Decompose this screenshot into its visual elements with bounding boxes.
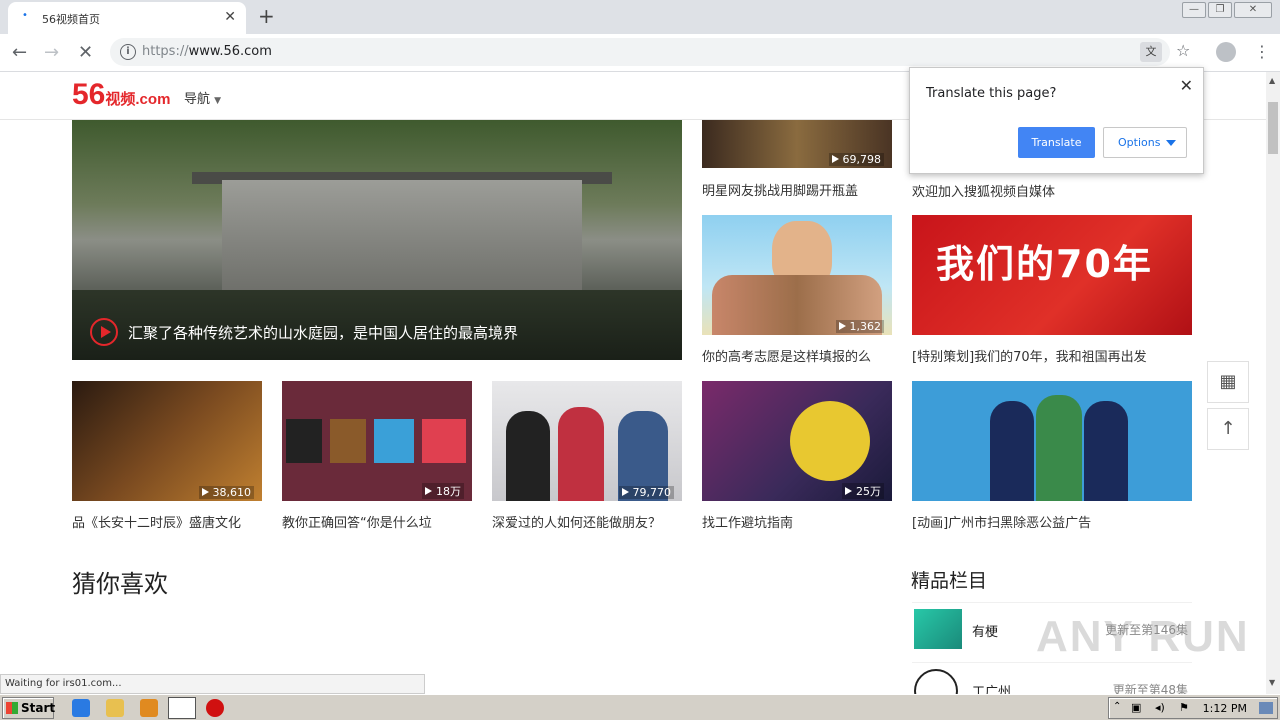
video-title[interactable]: [动画]广州市扫黑除恶公益广告 xyxy=(912,512,1192,531)
play-count-icon xyxy=(425,487,432,495)
profile-avatar[interactable] xyxy=(1216,42,1236,62)
video-thumbnail[interactable]: 1,362 xyxy=(702,215,892,335)
video-title[interactable]: 明星网友挑战用脚踢开瓶盖 xyxy=(702,180,892,199)
site-info-icon[interactable]: i xyxy=(120,44,136,60)
loading-icon: • xyxy=(22,10,28,21)
close-popup-icon[interactable]: ✕ xyxy=(1180,76,1193,95)
restore-button[interactable]: ❐ xyxy=(1208,2,1232,18)
video-title[interactable]: 品《长安十二时辰》盛唐文化 xyxy=(72,512,262,531)
hero-video[interactable]: 汇聚了各种传统艺术的山水庭园，是中国人居住的最高境界 xyxy=(72,120,682,360)
watermark-logo: ANY RUN xyxy=(1036,612,1250,661)
translate-button[interactable]: Translate xyxy=(1018,127,1095,158)
flag-icon[interactable]: ⚑ xyxy=(1179,701,1189,714)
recommend-title: 猜你喜欢 xyxy=(72,570,168,598)
play-icon[interactable] xyxy=(90,318,118,346)
warning-app-icon[interactable] xyxy=(206,699,224,717)
options-button[interactable]: Options xyxy=(1103,127,1187,158)
video-thumbnail[interactable]: 38,610 xyxy=(72,381,262,501)
video-title[interactable]: 教你正确回答“你是什么垃 xyxy=(282,512,472,531)
program-logo xyxy=(914,609,962,649)
video-thumbnail[interactable] xyxy=(912,381,1192,501)
minimize-button[interactable]: — xyxy=(1182,2,1206,18)
hero-caption[interactable]: 汇聚了各种传统艺术的山水庭园，是中国人居住的最高境界 xyxy=(128,322,518,343)
address-bar[interactable]: i https://www.56.com 文 ☆ xyxy=(110,38,1190,66)
video-title[interactable]: 你的高考志愿是这样填报的么 xyxy=(702,346,892,365)
close-tab-icon[interactable]: ✕ xyxy=(224,9,236,25)
back-button[interactable]: ← xyxy=(12,42,27,63)
stop-loading-button[interactable]: ✕ xyxy=(78,42,93,63)
qr-code-icon[interactable]: ▦ xyxy=(1207,361,1249,403)
caret-down-icon: ▼ xyxy=(214,96,222,106)
page-scrollbar[interactable]: ▲ ▼ xyxy=(1266,72,1280,694)
close-window-button[interactable]: ✕ xyxy=(1234,2,1272,18)
folder-icon[interactable] xyxy=(106,699,124,717)
video-thumbnail[interactable]: 69,798 xyxy=(702,120,892,168)
translate-popup: Translate this page? ✕ Translate Options xyxy=(909,67,1204,174)
tray-arrow-icon[interactable]: ⌃ xyxy=(1113,701,1121,712)
back-to-top-icon[interactable]: ↑ xyxy=(1207,408,1249,450)
translate-icon[interactable]: 文 xyxy=(1140,42,1162,62)
banner-text: 我们的70年 xyxy=(936,242,1153,286)
status-bubble: Waiting for irs01.com... xyxy=(0,674,425,694)
video-title[interactable]: [特别策划]我们的70年，我和祖国再出发 xyxy=(912,346,1192,365)
nav-menu[interactable]: 导航 ▼ xyxy=(184,88,221,107)
tab-title: 56视频首页 xyxy=(42,13,100,26)
chrome-taskbar-button[interactable] xyxy=(168,697,196,719)
program-item[interactable]: 工广州 更新至第48集 xyxy=(912,662,1192,713)
bookmark-star-icon[interactable]: ☆ xyxy=(1176,41,1190,60)
show-desktop-icon[interactable] xyxy=(1259,702,1273,714)
play-count-icon xyxy=(831,155,839,163)
video-thumbnail[interactable]: 我们的70年 xyxy=(912,215,1192,335)
network-icon[interactable]: ▣ xyxy=(1131,701,1141,714)
play-count-icon xyxy=(201,488,209,496)
site-logo[interactable]: 56视频.com xyxy=(72,80,170,115)
scrollbar-thumb[interactable] xyxy=(1268,102,1278,154)
system-tray: ⌃ ▣ ◂) ⚑ 1:12 PM xyxy=(1108,697,1278,719)
start-button[interactable]: Start xyxy=(2,697,55,719)
translate-question: Translate this page? xyxy=(926,86,1057,101)
windows-logo-icon xyxy=(6,702,18,714)
volume-icon[interactable]: ◂) xyxy=(1155,701,1165,714)
scroll-down-arrow-icon[interactable]: ▼ xyxy=(1269,678,1275,687)
menu-icon[interactable]: ⋮ xyxy=(1254,42,1270,61)
play-count-icon xyxy=(845,487,852,495)
browser-tab[interactable]: • 56视频首页 ✕ xyxy=(8,2,246,34)
ie-icon[interactable] xyxy=(72,699,90,717)
taskbar: Start ⌃ ▣ ◂) ⚑ 1:12 PM xyxy=(0,694,1280,720)
video-title[interactable]: 找工作避坑指南 xyxy=(702,512,892,531)
video-thumbnail[interactable]: 25万 xyxy=(702,381,892,501)
video-thumbnail[interactable]: 18万 xyxy=(282,381,472,501)
scroll-up-arrow-icon[interactable]: ▲ xyxy=(1269,76,1275,85)
video-title[interactable]: 深爱过的人如何还能做朋友？ xyxy=(492,512,682,531)
new-tab-button[interactable]: + xyxy=(258,4,275,28)
video-title[interactable]: 欢迎加入搜狐视频自媒体 xyxy=(912,181,1192,200)
video-thumbnail[interactable]: 79,770 xyxy=(492,381,682,501)
forward-button[interactable]: → xyxy=(44,42,59,63)
url-text[interactable]: https://www.56.com xyxy=(142,44,272,59)
tab-strip: • 56视频首页 ✕ + — ❐ ✕ xyxy=(0,0,1280,34)
clock[interactable]: 1:12 PM xyxy=(1203,702,1247,715)
play-count-icon xyxy=(838,322,846,330)
caret-down-icon xyxy=(1166,140,1176,146)
play-count-icon xyxy=(621,488,629,496)
premium-title: 精品栏目 xyxy=(911,570,988,592)
media-player-icon[interactable] xyxy=(140,699,158,717)
